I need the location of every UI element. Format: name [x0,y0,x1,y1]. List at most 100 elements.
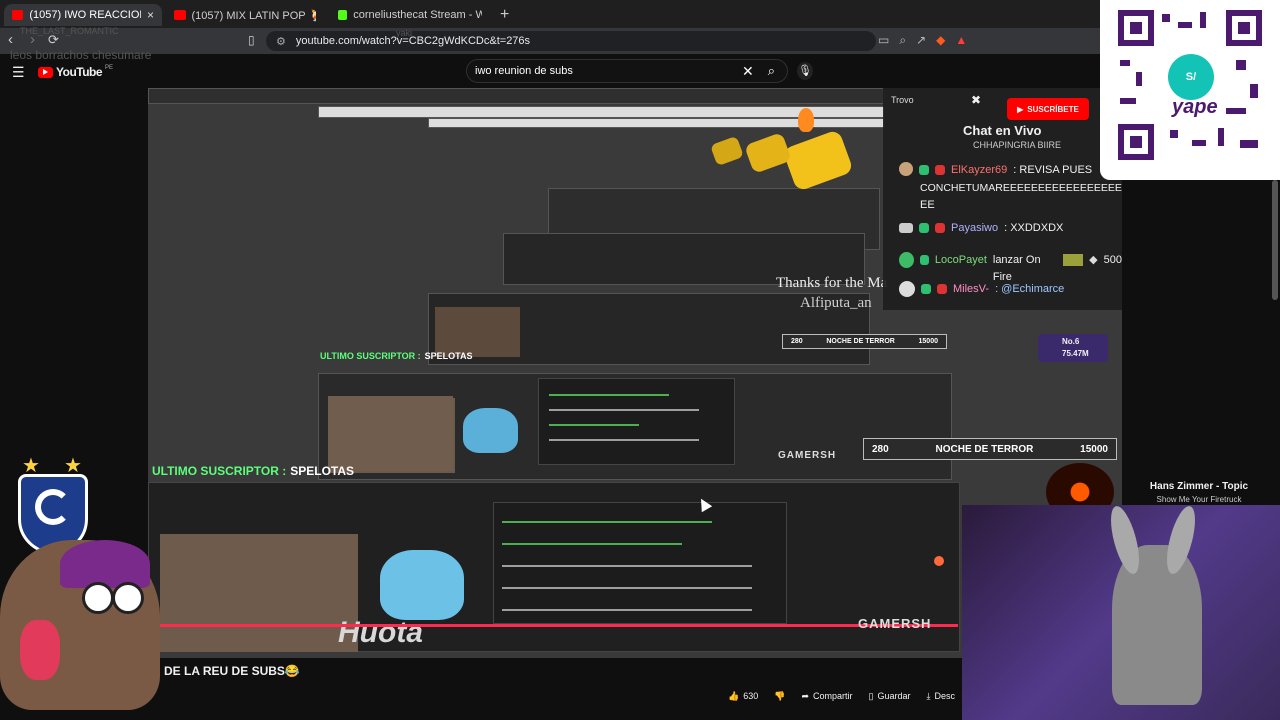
clear-search-icon[interactable]: ✕ [742,63,754,80]
chat-platform: Trovo [891,95,914,105]
channel-logo-text: Huota [338,616,423,649]
mod-badge-icon [935,165,945,175]
zoom-icon[interactable]: ⌕ [899,33,906,48]
site-info-icon[interactable]: ⚙ [276,35,286,48]
brave-shield-icon[interactable]: ◆ [936,33,945,48]
mascot-avatar-large [380,550,464,620]
download-button[interactable]: ⤓ Desc [927,691,956,702]
flame-icon [798,108,814,132]
mascot-glasses [112,582,144,614]
progress-line [148,624,958,627]
audio-mixer-small [538,378,735,465]
new-tab-button[interactable]: + [500,6,509,24]
noche-left: 280 [872,443,889,455]
bookmark-icon: ▯ [868,690,874,701]
crest-letter-c [35,489,71,525]
gamersh-logo-small: GAMERSH [778,450,837,461]
search-box[interactable]: iwo reunion de subs ✕ ⌕ [466,59,788,83]
browser-actions: ▭ ⌕ ↗ ◆ ▲ [878,33,967,48]
youtube-logo[interactable]: YouTube PE [38,65,113,79]
noche-terror-bar: 280 NOCHE DE TERROR 15000 [863,438,1117,460]
share-icon: ➦ [801,690,810,701]
chat-text: : @Echimarce [995,283,1065,295]
mascot-avatar [463,408,518,453]
gift-amount: 500 [1103,254,1122,266]
youtube-play-icon [38,66,53,78]
member-badge-icon [921,284,931,294]
voice-search-icon[interactable]: 🎙 [797,62,813,80]
noche-right: 15000 [1080,443,1108,455]
browser-toolbar: ‹ › ⟳ ▯ ⚙ youtube.com/watch?v=CBC2gWdKCD… [0,26,1100,54]
share-icon[interactable]: ↗ [916,33,926,48]
chat-message: MilesV- : @Echimarce [899,281,1064,298]
ultimo-suscriptor: ULTIMO SUSCRIPTOR : SPELOTAS [152,464,354,478]
video-actions: 👍 630 👎 ➦ Compartir ▯ Guardar ⤓ Desc [728,688,955,704]
tab-label: corneliusthecat Stream - Watch Live [353,9,482,21]
noche-label: NOCHE DE TERROR [935,443,1034,455]
tab-kick-stream[interactable]: corneliusthecat Stream - Watch Live [330,4,490,26]
dislike-button[interactable]: 👎 [774,691,785,702]
overlay-faint-text: yaki [396,28,413,38]
ultimo-name: SPELOTAS [424,351,473,361]
chat-user: ElKayzer69 [951,164,1008,176]
yape-logo: yape [1172,96,1218,118]
search-icon[interactable]: ⌕ [768,63,775,79]
webcam-feed-mid [328,396,453,471]
noche-left: 280 [791,338,803,345]
rank-badge: No.6 75.47M [1038,334,1108,362]
coin-alert-icon [710,135,744,167]
chat-user: LocoPayet [934,254,987,266]
address-bar[interactable]: ⚙ youtube.com/watch?v=CBC2gWdKCDc&t=276s [266,31,876,51]
youtube-favicon-icon [12,10,24,20]
noche-terror-small: 280 NOCHE DE TERROR 15000 [782,334,947,349]
user-avatar [899,162,913,176]
save-label: Guardar [877,691,911,701]
tab-mix-latin-pop[interactable]: (1057) MIX LATIN POP 🍹 Clásicos ( [166,4,324,26]
rewards-icon[interactable]: ▲ [955,33,967,48]
chat-continued: CONCHETUMAREEEEEEEEEEEEEEEEEEEEEE [920,182,1122,194]
user-avatar [899,223,913,233]
browser-tab-strip: (1057) IWO REACCIONA C × (1057) MIX LATI… [0,0,1100,28]
chat-message: ElKayzer69 : REVISA PUES [899,162,1092,179]
share-button[interactable]: ➦ Compartir [801,691,852,702]
like-count: 630 [743,691,759,701]
user-avatar [899,252,914,268]
cast-icon[interactable]: ▭ [878,33,889,48]
ultimo-label: ULTIMO SUSCRIPTOR : [320,351,421,361]
page-scrollbar[interactable] [1272,180,1278,300]
save-button[interactable]: ▯ Guardar [869,691,911,702]
tab-iwo-reacciona[interactable]: (1057) IWO REACCIONA C × [4,4,162,26]
back-arrow-icon[interactable]: ‹ [8,31,13,48]
member-badge-icon [919,223,929,233]
overlay-faint-text: leos borrachos chesumare [10,48,152,62]
bookmark-icon[interactable]: ▯ [248,33,255,47]
donkey-ear [1161,503,1201,577]
chat-cut-line: CHHAPINGRIA BIIRE [973,140,1062,150]
chat-user: MilesV- [953,283,990,295]
ultimo-name: SPELOTAS [290,464,355,478]
chat-text: : REVISA PUES [1013,164,1093,176]
chat-text: : XXDDXDX [1004,222,1064,234]
pin-icon: ✖ [971,93,982,107]
like-button[interactable]: 👍 630 [728,691,758,702]
kick-favicon-icon [338,10,348,20]
ultimo-suscriptor-small: ULTIMO SUSCRIPTOR : SPELOTAS [320,351,473,361]
search-input[interactable]: iwo reunion de subs [475,65,742,77]
subscribe-button[interactable]: ▶ SUSCRÍBETE [1007,98,1089,120]
yape-mark: S/ [1168,54,1214,100]
member-badge-icon [919,165,929,175]
mod-badge-icon [937,284,947,294]
now-playing-track: Show Me Your Firetruck [1156,495,1242,504]
country-code: PE [105,65,114,71]
mod-badge-icon [935,223,945,233]
rank-number: No.6 [1062,337,1080,346]
share-label: Compartir [813,691,853,701]
audio-mixer [493,502,787,624]
menu-icon[interactable]: ☰ [12,64,25,81]
chat-message: Payasiwo : XXDDXDX [899,220,1063,237]
mascot-tongue [20,620,60,680]
noche-right: 15000 [918,338,938,345]
close-tab-icon[interactable]: × [147,8,154,22]
webcam-thumbnail [435,307,520,357]
noche-label: NOCHE DE TERROR [826,338,895,345]
